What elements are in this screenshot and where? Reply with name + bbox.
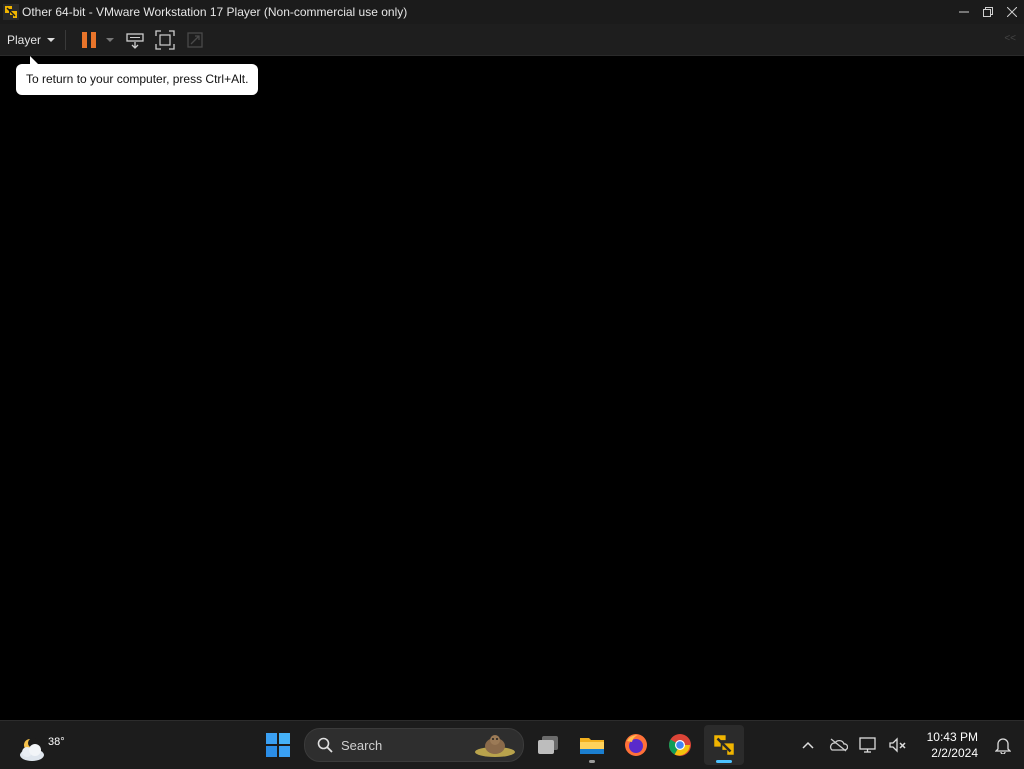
taskbar-file-explorer[interactable] [572,725,612,765]
chrome-icon [669,734,691,756]
player-toolbar: Player << [0,24,1024,56]
clock[interactable]: 10:43 PM 2/2/2024 [927,729,978,761]
onedrive-status[interactable] [823,730,853,760]
restore-icon [983,7,993,17]
weather-temperature: 38° [48,736,65,748]
taskbar-search[interactable]: Search [304,728,524,762]
minimize-icon [959,11,969,13]
chevron-up-icon [802,741,814,749]
vmware-player-window: Other 64-bit - VMware Workstation 17 Pla… [0,0,1024,720]
vmware-icon [3,4,19,20]
unity-icon [187,31,203,48]
fullscreen-button[interactable] [152,27,178,53]
player-menu-label: Player [7,32,42,47]
show-hidden-icons-button[interactable] [793,730,823,760]
chevron-down-icon [47,37,56,42]
windows-taskbar: 38° Search 10:43 PM 2/2/2024 [0,720,1024,769]
pause-icon [82,31,97,48]
search-icon [317,737,333,753]
search-label: Search [341,737,383,753]
vm-display[interactable] [0,56,1024,720]
title-bar[interactable]: Other 64-bit - VMware Workstation 17 Pla… [0,0,1024,24]
start-button[interactable] [260,727,296,763]
weather-widget[interactable]: 38° [16,729,65,761]
clock-date: 2/2/2024 [931,746,978,760]
unity-button[interactable] [182,27,208,53]
volume-status[interactable] [883,730,913,760]
taskbar-chrome[interactable] [660,725,700,765]
volume-muted-icon [888,737,906,753]
weather-cloud-moon-icon [20,738,44,761]
clock-time: 10:43 PM [926,730,978,744]
toolbar-divider [65,29,67,50]
active-indicator [716,760,732,763]
task-view-icon [538,736,558,754]
search-highlight-groundhog-icon [475,735,515,757]
running-indicator [589,760,595,763]
close-icon [1007,7,1017,17]
fullscreen-icon [155,29,175,50]
send-ctrl-alt-del-icon [126,32,144,49]
taskbar-firefox[interactable] [616,725,656,765]
close-button[interactable] [1000,0,1024,24]
network-icon [858,737,876,753]
network-status[interactable] [853,730,883,760]
send-ctrl-alt-del-button[interactable] [122,27,148,53]
pause-button[interactable] [76,27,102,53]
player-menu-button[interactable]: Player [7,28,56,52]
minimize-button[interactable] [952,0,976,24]
vmware-icon [714,735,734,755]
notification-center-button[interactable] [988,730,1018,760]
taskbar-task-view[interactable] [528,725,568,765]
system-tray: 10:43 PM 2/2/2024 [793,721,1024,769]
taskbar-vmware-player[interactable] [704,725,744,765]
restore-button[interactable] [976,0,1000,24]
collapse-toolbar-icon[interactable]: << [1004,33,1016,44]
notification-bell-icon [995,738,1011,754]
window-title: Other 64-bit - VMware Workstation 17 Pla… [22,5,408,19]
onedrive-icon [829,738,848,752]
firefox-icon [625,734,647,756]
power-options-chevron-icon[interactable] [106,37,115,42]
windows-logo-icon [266,733,290,757]
folder-icon [580,738,604,754]
